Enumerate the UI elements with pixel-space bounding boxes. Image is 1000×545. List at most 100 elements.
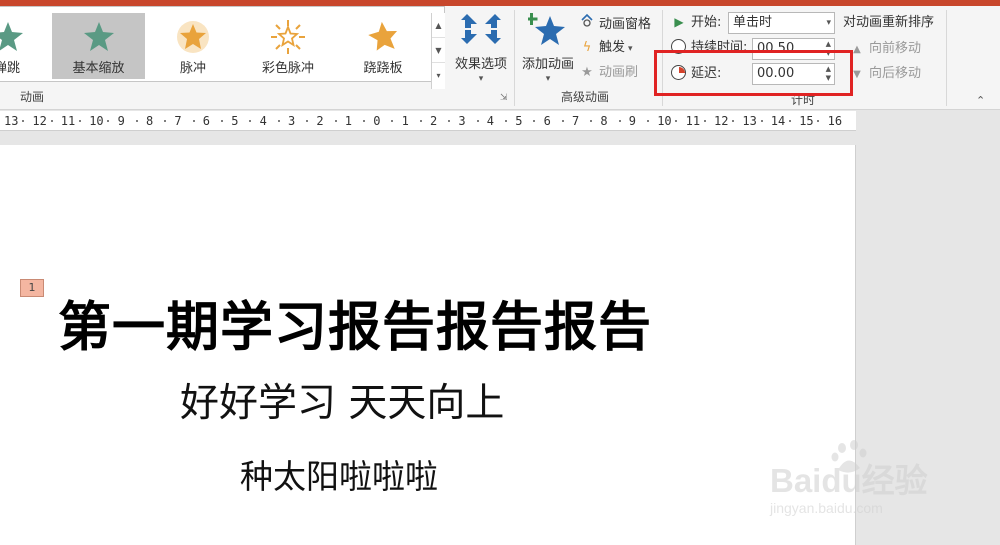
ruler-tick-label: 1 (401, 114, 409, 128)
effect-options-label: 效果选项 (454, 57, 507, 72)
ruler-tick-label: 7 (572, 114, 580, 128)
ruler-tick-label: 2 (316, 114, 324, 128)
ruler-tick-label: 6 (202, 114, 211, 128)
group-separator (514, 10, 515, 106)
color-pulse-star-icon (271, 20, 305, 54)
gallery-item-teeter[interactable]: 跷跷板 (338, 13, 428, 79)
animation-painter-icon: ★ (581, 65, 593, 80)
bounce-star-icon (0, 22, 23, 51)
ruler-dot (703, 120, 706, 122)
ruler-dot (22, 120, 25, 122)
ruler-tick-label: 15 (799, 114, 814, 128)
ruler-dot (789, 120, 791, 122)
slide-title[interactable]: 第一期学习报告报告报告 (58, 285, 652, 361)
animation-gallery: 弹跳 基本缩放 脉冲 彩色脉冲 跷跷板 ▲ ▼ ▾ (0, 6, 445, 89)
dialog-launcher-icon[interactable]: ⇲ (500, 93, 508, 103)
chevron-down-icon: ▾ (478, 74, 484, 84)
ruler-tick-label: 10 (89, 114, 104, 128)
ruler-tick-label: 12 (714, 114, 729, 128)
ruler-tick-label: 16 (827, 114, 843, 128)
gallery-scroll-up-icon[interactable]: ▲ (432, 13, 445, 38)
ruler-tick-label: 3 (288, 114, 296, 128)
teeter-star-icon (368, 21, 398, 51)
ruler-dot (249, 120, 252, 122)
add-animation-icon (525, 13, 565, 45)
add-animation-label: 添加动画 (521, 57, 574, 72)
ruler-tick-label: 9 (117, 114, 125, 128)
gallery-item-basic-zoom[interactable]: 基本缩放 (52, 13, 145, 79)
ruler-dot (675, 120, 678, 122)
ruler-tick-label: 3 (458, 114, 466, 128)
gallery-item-label: 弹跳 (0, 61, 21, 76)
ruler-tick-label: 4 (486, 114, 495, 128)
gallery-more-icon[interactable]: ▾ (432, 63, 445, 88)
group-label-advanced-animation: 高级动画 (561, 90, 610, 104)
ruler-dot (164, 120, 167, 122)
gallery-scroll-down-icon[interactable]: ▼ (432, 38, 445, 63)
ruler-tick-label: 4 (259, 114, 267, 128)
gallery-item-label: 跷跷板 (363, 61, 403, 76)
ruler-dot (817, 120, 820, 122)
ruler-dot (618, 120, 621, 122)
ruler-dot (561, 120, 564, 122)
horizontal-ruler[interactable]: 13 12 11 10 9 8 7 6 5 4 3 2 1 0 1 2 3 4 5 6 7 8 9 10 11 12 13 14 15 1… (0, 111, 856, 131)
animation-painter-button[interactable]: ★ 动画刷 (579, 62, 638, 84)
animation-painter-label: 动画刷 (599, 65, 639, 80)
gallery-item-bounce[interactable]: 弹跳 (0, 13, 48, 79)
ruler-dot (107, 120, 110, 122)
lightning-icon: ϟ (582, 40, 592, 55)
ruler-dot (334, 120, 337, 122)
highlight-box (654, 50, 853, 96)
basic-zoom-star-icon (83, 22, 114, 51)
gallery-item-pulse[interactable]: 脉冲 (148, 13, 238, 79)
ruler-dot (192, 120, 195, 122)
play-icon: ▶ (674, 15, 684, 29)
ruler-tick-label: 0 (373, 114, 381, 128)
start-combo[interactable]: 单击时 ▾ (728, 12, 835, 34)
ruler-dot (419, 120, 422, 122)
animation-pane-button[interactable]: 动画窗格 (579, 12, 651, 34)
slide-text[interactable]: 种太阳啦啦啦 (240, 450, 438, 498)
ruler-dot (760, 120, 763, 122)
ruler-dot (505, 120, 507, 122)
move-later-button[interactable]: ▼ 向后移动 (849, 63, 921, 85)
gallery-item-label: 彩色脉冲 (261, 61, 314, 76)
effect-options-button[interactable]: 效果选项 ▾ (451, 10, 511, 84)
watermark-text: Baidu经验 (770, 462, 928, 499)
slide-subtitle[interactable]: 好好学习 天天向上 (180, 372, 504, 428)
ruler-dot (590, 120, 593, 122)
watermark: Baidu经验 jingyan.baidu.com (770, 438, 985, 528)
ruler-tick-label: 10 (657, 114, 672, 128)
ruler-dot (363, 120, 365, 122)
ruler-tick-label: 11 (685, 114, 701, 128)
animation-order-tag[interactable]: 1 (20, 279, 44, 297)
chevron-down-icon: ▾ (545, 74, 551, 84)
collapse-ribbon-icon[interactable]: ⌃ (976, 94, 985, 107)
ruler-dot (79, 120, 81, 122)
ruler-tick-label: 7 (174, 114, 182, 128)
group-label-animation: 动画 (20, 90, 45, 104)
ruler-tick-label: 9 (628, 114, 637, 128)
ruler-tick-label: 8 (146, 114, 154, 128)
gallery-item-label: 脉冲 (179, 61, 206, 76)
ruler-tick-label: 1 (344, 114, 353, 128)
ruler-tick-label: 6 (543, 114, 551, 128)
move-earlier-button[interactable]: ▲ 向前移动 (849, 38, 921, 60)
ruler-dot (448, 120, 451, 122)
trigger-button[interactable]: ϟ 触发 ▾ (579, 37, 633, 59)
ruler-tick-label: 2 (430, 114, 438, 128)
ruler-dot (135, 120, 138, 122)
animation-pane-label: 动画窗格 (599, 17, 652, 32)
gallery-item-label: 基本缩放 (72, 61, 125, 76)
chevron-down-icon: ▾ (826, 18, 831, 28)
animation-pane-icon (579, 12, 595, 36)
add-animation-button[interactable]: 添加动画 ▾ (517, 10, 579, 84)
ruler-dot (306, 120, 309, 122)
gallery-scrollbar[interactable]: ▲ ▼ ▾ (431, 13, 445, 89)
pulse-star-icon (177, 21, 209, 53)
ruler-dot (391, 120, 394, 122)
gallery-item-color-pulse[interactable]: 彩色脉冲 (240, 13, 336, 79)
ruler-dot (732, 120, 735, 122)
reorder-title: 对动画重新排序 (843, 15, 935, 30)
ruler-tick-label: 12 (32, 114, 47, 128)
